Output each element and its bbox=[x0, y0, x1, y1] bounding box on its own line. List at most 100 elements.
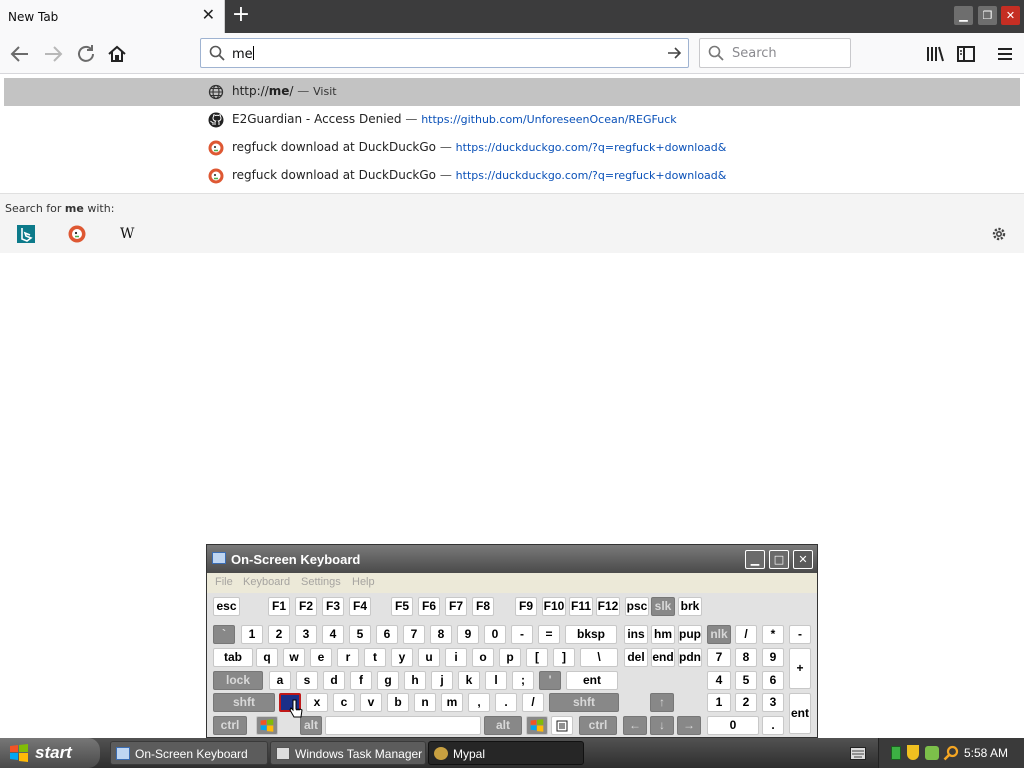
osk-key[interactable]: ent bbox=[566, 671, 618, 690]
osk-key[interactable]: ↑ bbox=[650, 693, 674, 712]
osk-key[interactable]: 2 bbox=[268, 625, 290, 644]
menu-file[interactable]: File bbox=[215, 576, 233, 588]
osk-key[interactable]: / bbox=[522, 693, 544, 712]
tray-app-icon[interactable] bbox=[925, 746, 939, 760]
menu-key-icon[interactable] bbox=[551, 716, 573, 735]
osk-key[interactable]: F10 bbox=[542, 597, 566, 616]
osk-key[interactable]: ' bbox=[539, 671, 561, 690]
security-shield-icon[interactable] bbox=[907, 745, 919, 760]
osk-key[interactable]: 0 bbox=[484, 625, 506, 644]
menu-icon[interactable] bbox=[993, 42, 1017, 66]
osk-key[interactable]: esc bbox=[213, 597, 240, 616]
osk-key[interactable]: l bbox=[485, 671, 507, 690]
osk-key[interactable]: F8 bbox=[472, 597, 494, 616]
tab-close-icon[interactable]: ✕ bbox=[202, 7, 215, 23]
osk-key[interactable]: e bbox=[310, 648, 332, 667]
osk-key[interactable]: 9 bbox=[762, 648, 784, 667]
menu-settings[interactable]: Settings bbox=[301, 576, 341, 588]
osk-key[interactable]: \ bbox=[580, 648, 618, 667]
osk-key[interactable]: d bbox=[323, 671, 345, 690]
osk-key[interactable]: pdn bbox=[678, 648, 702, 667]
osk-key[interactable]: q bbox=[256, 648, 278, 667]
osk-key[interactable]: F7 bbox=[445, 597, 467, 616]
osk-key[interactable]: / bbox=[735, 625, 757, 644]
osk-key[interactable]: F3 bbox=[322, 597, 344, 616]
osk-key[interactable]: . bbox=[762, 716, 784, 735]
space-bar[interactable] bbox=[325, 716, 481, 735]
osk-key[interactable]: shft bbox=[549, 693, 619, 712]
osk-key[interactable]: F5 bbox=[391, 597, 413, 616]
osk-key[interactable]: del bbox=[624, 648, 648, 667]
windows-key-icon[interactable] bbox=[256, 716, 278, 735]
suggestion-row[interactable]: regfuck download at DuckDuckGo — https:/… bbox=[4, 134, 1020, 162]
osk-key[interactable]: hm bbox=[651, 625, 675, 644]
osk-key[interactable]: 4 bbox=[707, 671, 731, 690]
osk-key[interactable]: j bbox=[431, 671, 453, 690]
osk-key[interactable]: alt bbox=[484, 716, 522, 735]
osk-key[interactable]: 4 bbox=[322, 625, 344, 644]
osk-key[interactable]: 7 bbox=[403, 625, 425, 644]
osk-key[interactable]: 0 bbox=[707, 716, 759, 735]
task-mypal[interactable]: Mypal bbox=[428, 741, 584, 765]
osk-key[interactable]: p bbox=[499, 648, 521, 667]
go-arrow-icon[interactable] bbox=[666, 45, 682, 61]
osk-key[interactable]: r bbox=[337, 648, 359, 667]
osk-key[interactable]: f bbox=[350, 671, 372, 690]
osk-key[interactable]: t bbox=[364, 648, 386, 667]
osk-key[interactable]: g bbox=[377, 671, 399, 690]
osk-key[interactable]: 5 bbox=[349, 625, 371, 644]
osk-key[interactable]: 1 bbox=[707, 693, 731, 712]
suggestion-visit[interactable]: http://me/ — Visit bbox=[4, 78, 1020, 106]
osk-key[interactable]: x bbox=[306, 693, 328, 712]
suggestion-row[interactable]: regfuck download at DuckDuckGo — https:/… bbox=[4, 162, 1020, 190]
osk-key[interactable]: F4 bbox=[349, 597, 371, 616]
back-icon[interactable] bbox=[8, 42, 32, 66]
osk-key[interactable]: k bbox=[458, 671, 480, 690]
window-restore-button[interactable]: ❐ bbox=[978, 6, 997, 25]
osk-key[interactable]: tab bbox=[213, 648, 253, 667]
url-input[interactable]: me bbox=[232, 46, 254, 62]
osk-key[interactable]: bksp bbox=[565, 625, 617, 644]
osk-key[interactable]: c bbox=[333, 693, 355, 712]
osk-key[interactable]: F12 bbox=[596, 597, 620, 616]
osk-key[interactable]: [ bbox=[526, 648, 548, 667]
osk-key[interactable]: F6 bbox=[418, 597, 440, 616]
task-windows-task-manager[interactable]: Windows Task Manager bbox=[270, 741, 426, 765]
osk-key[interactable]: w bbox=[283, 648, 305, 667]
task-on-screen-keyboard[interactable]: On-Screen Keyboard bbox=[110, 741, 268, 765]
osk-key[interactable]: psc bbox=[625, 597, 649, 616]
osk-key[interactable]: → bbox=[677, 716, 701, 735]
network-icon[interactable] bbox=[891, 746, 901, 760]
osk-key[interactable]: y bbox=[391, 648, 413, 667]
osk-key[interactable]: 7 bbox=[707, 648, 731, 667]
osk-key[interactable]: v bbox=[360, 693, 382, 712]
reload-icon[interactable] bbox=[74, 42, 98, 66]
osk-key[interactable]: 8 bbox=[430, 625, 452, 644]
osk-key[interactable]: 5 bbox=[735, 671, 757, 690]
osk-close-button[interactable]: ✕ bbox=[793, 550, 813, 569]
osk-key[interactable]: F2 bbox=[295, 597, 317, 616]
osk-key[interactable]: , bbox=[468, 693, 490, 712]
start-button[interactable]: start bbox=[0, 738, 100, 768]
new-tab-button[interactable]: + bbox=[229, 4, 253, 28]
menu-keyboard[interactable]: Keyboard bbox=[243, 576, 290, 588]
bing-icon[interactable] bbox=[17, 225, 35, 243]
osk-key[interactable]: h bbox=[404, 671, 426, 690]
keyboard-tray-icon[interactable] bbox=[850, 747, 866, 760]
osk-key[interactable]: F9 bbox=[515, 597, 537, 616]
url-bar[interactable]: me bbox=[200, 38, 689, 68]
osk-key[interactable]: 2 bbox=[735, 693, 757, 712]
tab-new-tab[interactable]: New Tab ✕ bbox=[0, 0, 225, 33]
osk-key[interactable]: ctrl bbox=[579, 716, 617, 735]
osk-key[interactable]: pup bbox=[678, 625, 702, 644]
osk-key[interactable]: 3 bbox=[762, 693, 784, 712]
osk-key[interactable]: end bbox=[651, 648, 675, 667]
osk-key[interactable]: slk bbox=[651, 597, 675, 616]
osk-key[interactable]: s bbox=[296, 671, 318, 690]
osk-key[interactable]: m bbox=[441, 693, 463, 712]
osk-key[interactable]: ] bbox=[553, 648, 575, 667]
osk-minimize-button[interactable]: ▁ bbox=[745, 550, 765, 569]
osk-key[interactable]: F11 bbox=[569, 597, 593, 616]
osk-title-bar[interactable]: On-Screen Keyboard ▁ □ ✕ bbox=[207, 545, 817, 573]
osk-key[interactable]: + bbox=[789, 648, 811, 689]
